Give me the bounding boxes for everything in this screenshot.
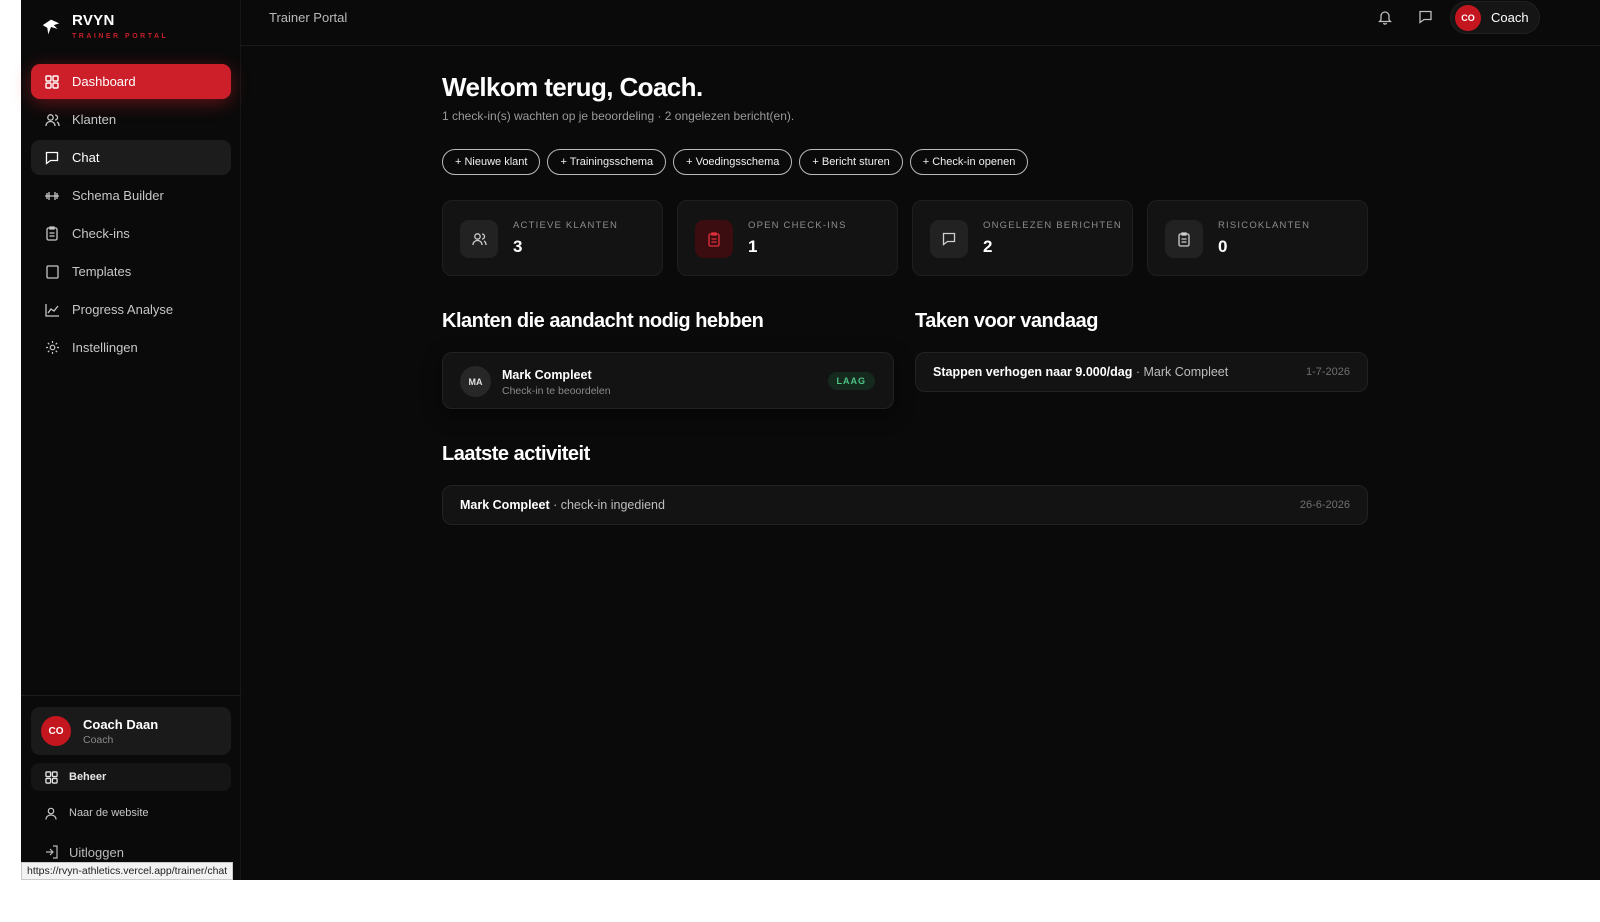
topbar: Trainer Portal CO Coach [241, 0, 1600, 46]
clipboard-icon [1165, 220, 1203, 258]
activity-action: · check-in ingediend [549, 498, 665, 512]
beheer-label: Beheer [69, 771, 107, 783]
dashboard-content: Welkom terug, Coach. 1 check-in(s) wacht… [442, 72, 1368, 525]
status-bar-url: https://rvyn-athletics.vercel.app/traine… [21, 862, 234, 880]
avatar: CO [1455, 4, 1481, 31]
stat-value: 2 [983, 237, 993, 256]
sidebar-item-klanten[interactable]: Klanten [31, 102, 231, 137]
sidebar-item-label: Dashboard [72, 74, 136, 89]
chart-icon [44, 302, 60, 318]
task-item[interactable]: Stappen verhogen naar 9.000/dag · Mark C… [915, 352, 1368, 392]
task-text: Stappen verhogen naar 9.000/dag · Mark C… [933, 365, 1228, 379]
stats-row: ACTIEVE KLANTEN 3 OPEN CHECK-INS 1 ONGEL… [442, 200, 1368, 276]
user-role: Coach [83, 733, 114, 746]
users-icon [460, 220, 498, 258]
brand[interactable]: RVYN TRAINER PORTAL [40, 12, 168, 40]
sidebar-item-templates[interactable]: Templates [31, 254, 231, 289]
stat-label: OPEN CHECK-INS [748, 220, 847, 231]
logout-label: Uitloggen [69, 844, 124, 860]
new-client-button[interactable]: + Nieuwe klant [442, 149, 541, 175]
tasks-title: Taken voor vandaag [915, 310, 1098, 332]
clipboard-icon [695, 220, 733, 258]
task-date: 1-7-2026 [1305, 366, 1350, 378]
task-client: · Mark Compleet [1132, 365, 1229, 379]
website-link[interactable]: Naar de website [31, 799, 231, 827]
sidebar-item-label: Klanten [72, 112, 117, 127]
brand-subtitle: TRAINER PORTAL [72, 33, 169, 40]
sidebar-divider [21, 695, 241, 696]
user-card[interactable]: CO Coach Daan Coach [31, 707, 231, 755]
summary-text: 1 check-in(s) wachten op je beoordeling … [442, 109, 795, 123]
chat-icon [44, 150, 60, 166]
attention-client-card[interactable]: MA Mark Compleet Check-in te beoordelen … [442, 352, 894, 409]
stat-value: 3 [513, 237, 523, 256]
client-name: Mark Compleet [502, 368, 592, 382]
sidebar-item-label: Progress Analyse [72, 302, 174, 317]
profile-menu-button[interactable]: CO Coach [1450, 1, 1540, 34]
stat-card-active-clients[interactable]: ACTIEVE KLANTEN 3 [442, 200, 663, 276]
gear-icon [44, 340, 60, 356]
stat-card-unread-messages[interactable]: ONGELEZEN BERICHTEN 2 [912, 200, 1133, 276]
activity-date: 26-6-2026 [1299, 499, 1350, 511]
app-window: RVYN TRAINER PORTAL Dashboard Klanten Ch… [21, 0, 1600, 880]
sidebar-item-label: Templates [72, 264, 132, 279]
sidebar-item-label: Schema Builder [72, 188, 164, 203]
attention-title: Klanten die aandacht nodig hebben [442, 310, 764, 332]
sidebar-item-chat[interactable]: Chat [31, 140, 231, 175]
page-title: Trainer Portal [269, 10, 348, 25]
sidebar-nav: Dashboard Klanten Chat Schema Builder Ch… [31, 64, 231, 368]
training-schema-button[interactable]: + Trainingsschema [547, 149, 667, 175]
main-area: Trainer Portal CO Coach Welkom terug, Co… [241, 0, 1600, 880]
activity-title: Laatste activiteit [442, 443, 590, 465]
task-title: Stappen verhogen naar 9.000/dag [933, 365, 1133, 379]
dumbbell-icon [44, 188, 60, 204]
sidebar-item-schema-builder[interactable]: Schema Builder [31, 178, 231, 213]
sidebar-item-dashboard[interactable]: Dashboard [31, 64, 231, 99]
user-icon [44, 806, 58, 820]
beheer-link[interactable]: Beheer [31, 763, 231, 791]
clipboard-icon [44, 226, 60, 242]
avatar: CO [41, 716, 71, 746]
client-status: Check-in te beoordelen [502, 385, 611, 397]
template-icon [44, 264, 60, 280]
send-message-button[interactable]: + Bericht sturen [799, 149, 903, 175]
stat-value: 0 [1218, 237, 1228, 256]
logout-icon [44, 845, 58, 859]
welcome-heading: Welkom terug, Coach. [442, 72, 703, 102]
nutrition-schema-button[interactable]: + Voedingsschema [673, 149, 793, 175]
stat-label: ONGELEZEN BERICHTEN [983, 220, 1122, 231]
sidebar-item-instellingen[interactable]: Instellingen [31, 330, 231, 365]
priority-badge: LAAG [827, 372, 875, 390]
sidebar-item-check-ins[interactable]: Check-ins [31, 216, 231, 251]
avatar: MA [460, 366, 491, 397]
grid-icon [44, 770, 58, 784]
stat-value: 1 [748, 237, 758, 256]
stat-card-open-check-ins[interactable]: OPEN CHECK-INS 1 [677, 200, 898, 276]
activity-client: Mark Compleet [460, 498, 550, 512]
chat-icon [930, 220, 968, 258]
profile-label: Coach [1491, 10, 1529, 25]
sidebar-item-label: Instellingen [72, 340, 138, 355]
website-label: Naar de website [69, 807, 149, 819]
quick-actions: + Nieuwe klant + Trainingsschema + Voedi… [442, 149, 1035, 175]
brand-name: RVYN [72, 12, 115, 29]
stat-card-risk-clients[interactable]: RISICOKLANTEN 0 [1147, 200, 1368, 276]
sidebar: RVYN TRAINER PORTAL Dashboard Klanten Ch… [21, 0, 241, 880]
grid-icon [44, 74, 60, 90]
sidebar-item-label: Chat [72, 150, 100, 165]
activity-item[interactable]: Mark Compleet · check-in ingediend 26-6-… [442, 485, 1368, 525]
sidebar-item-progress-analyse[interactable]: Progress Analyse [31, 292, 231, 327]
user-name: Coach Daan [83, 716, 159, 732]
messages-icon[interactable] [1416, 8, 1434, 26]
stat-label: RISICOKLANTEN [1218, 220, 1311, 231]
users-icon [44, 112, 60, 128]
open-check-in-button[interactable]: + Check-in openen [909, 149, 1029, 175]
bell-icon[interactable] [1376, 8, 1394, 26]
activity-text: Mark Compleet · check-in ingediend [460, 498, 665, 512]
sidebar-item-label: Check-ins [72, 226, 130, 241]
bird-logo-icon [42, 19, 60, 35]
stat-label: ACTIEVE KLANTEN [513, 220, 619, 231]
